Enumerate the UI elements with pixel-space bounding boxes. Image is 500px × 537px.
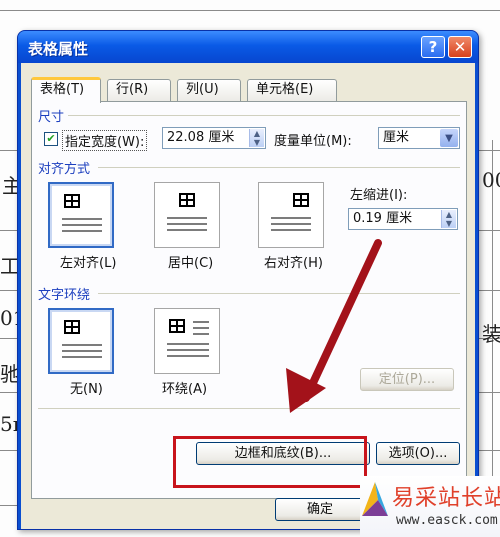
unit-label: 度量单位(M): — [274, 134, 352, 149]
wrap-none-label: 无(N) — [70, 382, 103, 397]
tab-column[interactable]: 列(U) — [177, 79, 241, 101]
text-line — [271, 217, 311, 219]
chevron-down-icon[interactable]: ▼ — [440, 129, 458, 147]
text-line — [193, 327, 209, 329]
table-icon — [64, 320, 80, 334]
watermark-logo-icon — [362, 482, 388, 516]
width-checkbox-label: 指定宽度(W): — [62, 130, 148, 151]
wrap-around-option[interactable] — [154, 308, 220, 374]
help-button[interactable]: ? — [421, 36, 445, 58]
highlight-box — [173, 436, 367, 488]
text-line — [62, 230, 102, 232]
unit-value: 厘米 — [383, 130, 410, 145]
divider — [98, 167, 460, 168]
indent-label: 左缩进(I): — [350, 188, 408, 203]
divider — [38, 408, 460, 409]
align-center-label: 居中(C) — [168, 256, 214, 271]
text-line — [167, 355, 209, 357]
table-left-icon — [64, 194, 80, 208]
title-bar[interactable]: 表格属性 ? ✕ — [18, 31, 478, 63]
divider — [98, 293, 460, 294]
position-button[interactable]: 定位(P)... — [360, 368, 454, 391]
align-center-option[interactable] — [154, 182, 220, 248]
close-icon: ✕ — [453, 38, 467, 56]
table-border — [0, 10, 500, 11]
table-center-icon — [179, 193, 195, 207]
text-line — [167, 217, 207, 219]
watermark: 易采站长站 www.easck.com — [360, 476, 500, 537]
background-text: 00 — [482, 168, 500, 192]
indent-spinner[interactable]: 0.19 厘米 ▲ ▼ — [348, 208, 458, 230]
help-icon: ? — [428, 38, 438, 56]
text-line — [62, 344, 102, 346]
align-left-label: 左对齐(L) — [60, 256, 117, 271]
section-size-label: 尺寸 — [38, 110, 65, 125]
dialog-title: 表格属性 — [28, 40, 89, 58]
ok-button[interactable]: 确定 — [275, 498, 365, 521]
text-line — [193, 333, 209, 335]
text-line — [271, 229, 311, 231]
spin-arrows-icon[interactable]: ▲ ▼ — [249, 129, 264, 147]
wrap-around-label: 环绕(A) — [162, 382, 208, 397]
indent-value: 0.19 厘米 — [353, 211, 413, 226]
width-spinner[interactable]: 22.08 厘米 ▲ ▼ — [162, 127, 266, 149]
options-button[interactable]: 选项(O)... — [376, 442, 460, 465]
text-line — [62, 218, 102, 220]
section-wrapping-label: 文字环绕 — [38, 288, 91, 303]
tab-row[interactable]: 行(R) — [107, 79, 171, 101]
align-right-label: 右对齐(H) — [264, 256, 323, 271]
text-line — [62, 224, 102, 226]
tab-cell[interactable]: 单元格(E) — [247, 79, 337, 101]
watermark-text: 易采站长站 — [392, 486, 500, 511]
text-line — [167, 229, 207, 231]
width-checkbox[interactable]: ✔ — [44, 132, 58, 146]
table-right-icon — [293, 193, 309, 207]
background-text: 装 — [482, 322, 500, 346]
text-line — [167, 223, 207, 225]
section-alignment-label: 对齐方式 — [38, 162, 91, 177]
align-left-option[interactable] — [48, 182, 114, 248]
align-right-option[interactable] — [258, 182, 324, 248]
width-value: 22.08 厘米 — [167, 130, 235, 145]
divider — [68, 115, 460, 116]
table-icon — [169, 319, 185, 333]
text-line — [167, 343, 209, 345]
unit-select[interactable]: 厘米 ▼ — [378, 127, 460, 149]
wrap-none-option[interactable] — [48, 308, 114, 374]
spin-arrows-icon[interactable]: ▲ ▼ — [441, 210, 456, 228]
watermark-url: www.easck.com — [396, 513, 498, 528]
text-line — [167, 349, 209, 351]
text-line — [62, 356, 102, 358]
text-line — [62, 350, 102, 352]
close-button[interactable]: ✕ — [448, 36, 472, 58]
text-line — [193, 321, 209, 323]
tab-table[interactable]: 表格(T) — [31, 77, 101, 103]
text-line — [271, 223, 311, 225]
